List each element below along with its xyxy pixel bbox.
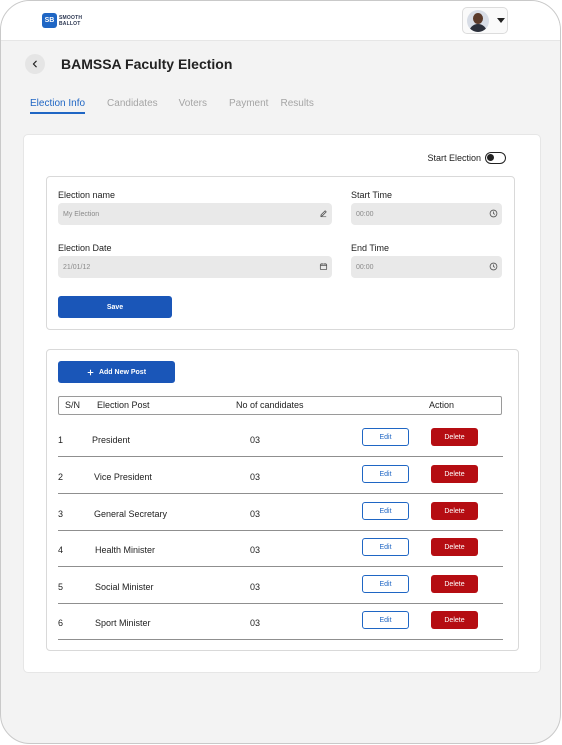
- row-candidates: 03: [250, 582, 261, 592]
- table-row: 4 Health Minister 03 Edit Delete: [58, 531, 503, 567]
- tab-candidates[interactable]: Candidates: [107, 98, 158, 114]
- calendar-icon: [319, 263, 328, 271]
- election-date-value: 21/01/12: [63, 263, 91, 271]
- tab-voters[interactable]: Voters: [179, 98, 207, 114]
- top-bar: SB SMOOTH BALLOT: [1, 1, 560, 41]
- end-time-value: 00:00: [356, 263, 374, 271]
- table-row: 6 Sport Minister 03 Edit Delete: [58, 604, 503, 640]
- row-post: Vice President: [94, 472, 152, 482]
- end-time-label: End Time: [351, 243, 390, 253]
- row-sn: 4: [58, 545, 64, 555]
- clock-icon: [489, 262, 498, 271]
- start-election-toggle[interactable]: [485, 152, 506, 164]
- edit-button[interactable]: Edit: [362, 611, 409, 629]
- tab-bar: Election Info Candidates Voters Payment …: [30, 98, 314, 114]
- table-header: S/N Election Post No of candidates Actio…: [58, 396, 502, 415]
- row-candidates: 03: [250, 618, 261, 628]
- plus-icon: [87, 369, 94, 375]
- column-header-election-post: Election Post: [97, 400, 150, 410]
- delete-button[interactable]: Delete: [431, 428, 478, 446]
- edit-button[interactable]: Edit: [362, 538, 409, 556]
- device-frame: SB SMOOTH BALLOT BAMSSA Faculty Election…: [0, 0, 561, 744]
- logo-line-1: SMOOTH: [59, 14, 83, 21]
- row-sn: 1: [58, 435, 64, 445]
- column-header-action: Action: [429, 400, 455, 410]
- start-time-label: Start Time: [351, 190, 393, 200]
- tab-results[interactable]: Results: [280, 98, 313, 114]
- row-post: Social Minister: [95, 582, 154, 592]
- election-info-card: Start Election Election name My Election…: [23, 134, 541, 673]
- row-sn: 2: [58, 472, 64, 482]
- edit-button[interactable]: Edit: [362, 465, 409, 483]
- row-post: President: [92, 435, 131, 445]
- row-candidates: 03: [250, 545, 261, 555]
- logo-text: SMOOTH BALLOT: [59, 15, 82, 27]
- tab-election-info[interactable]: Election Info: [30, 98, 86, 114]
- delete-button[interactable]: Delete: [431, 611, 478, 629]
- election-details-form: Election name My Election Start Time 00:…: [46, 176, 515, 330]
- row-sn: 6: [58, 618, 64, 628]
- election-name-value: My Election: [63, 210, 100, 218]
- pencil-icon: [320, 210, 327, 218]
- election-name-field[interactable]: My Election: [58, 203, 332, 225]
- ballot-box-icon: SB: [42, 13, 57, 28]
- caret-down-icon: [497, 18, 505, 23]
- start-election-label: Start Election: [427, 153, 481, 163]
- tab-payment[interactable]: Payment: [229, 98, 268, 114]
- election-name-label: Election name: [58, 190, 116, 200]
- page-title: BAMSSA Faculty Election: [61, 56, 233, 72]
- row-post: Health Minister: [95, 545, 156, 555]
- end-time-field[interactable]: 00:00: [351, 256, 502, 278]
- start-time-value: 00:00: [356, 210, 374, 218]
- table-row: 5 Social Minister 03 Edit Delete: [58, 568, 503, 604]
- table-row: 2 Vice President 03 Edit Delete: [58, 458, 503, 494]
- save-button[interactable]: Save: [58, 296, 172, 318]
- table-row: 3 General Secretary 03 Edit Delete: [58, 495, 503, 531]
- delete-button[interactable]: Delete: [431, 465, 478, 483]
- election-date-field[interactable]: 21/01/12: [58, 256, 332, 278]
- add-new-post-button[interactable]: Add New Post: [58, 361, 175, 383]
- column-header-candidates: No of candidates: [236, 400, 304, 410]
- chevron-left-icon: [32, 60, 37, 68]
- start-election-control: Start Election: [427, 152, 506, 164]
- edit-button[interactable]: Edit: [362, 428, 409, 446]
- row-post: General Secretary: [94, 509, 168, 519]
- table-row: 1 President 03 Edit Delete: [58, 421, 503, 457]
- edit-button[interactable]: Edit: [362, 575, 409, 593]
- row-sn: 3: [58, 509, 64, 519]
- row-post: Sport Minister: [95, 618, 151, 628]
- row-candidates: 03: [250, 509, 261, 519]
- profile-menu[interactable]: [462, 7, 508, 34]
- start-time-field[interactable]: 00:00: [351, 203, 502, 225]
- clock-icon: [489, 209, 498, 218]
- app-logo[interactable]: SB SMOOTH BALLOT: [42, 13, 82, 28]
- election-date-label: Election Date: [58, 243, 112, 253]
- avatar: [467, 9, 489, 32]
- delete-button[interactable]: Delete: [431, 538, 478, 556]
- delete-button[interactable]: Delete: [431, 502, 478, 520]
- column-header-sn: S/N: [65, 400, 81, 410]
- row-sn: 5: [58, 582, 64, 592]
- logo-line-2: BALLOT: [59, 20, 81, 27]
- row-candidates: 03: [250, 472, 261, 482]
- election-posts-panel: Add New Post S/N Election Post No of can…: [46, 349, 519, 651]
- add-new-post-label: Add New Post: [98, 368, 147, 376]
- row-candidates: 03: [250, 435, 261, 445]
- edit-button[interactable]: Edit: [362, 502, 409, 520]
- back-button[interactable]: [25, 54, 45, 74]
- delete-button[interactable]: Delete: [431, 575, 478, 593]
